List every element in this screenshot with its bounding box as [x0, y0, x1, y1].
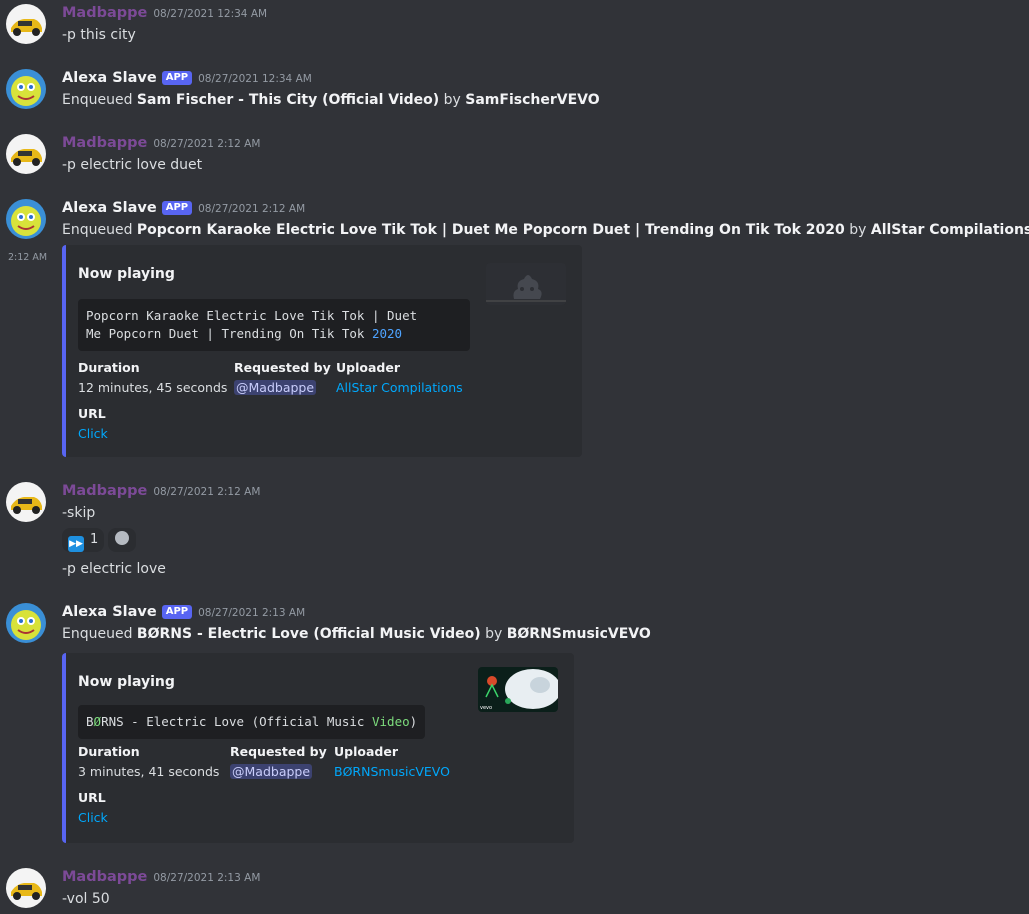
- username[interactable]: Madbappe: [62, 135, 147, 151]
- now-playing-embed: Now playing vevo BØRNS - Electric Love (…: [62, 653, 574, 843]
- video-thumbnail[interactable]: vevo: [478, 667, 558, 712]
- enqueued-prefix: Enqueued: [62, 626, 137, 642]
- track-title: Sam Fischer - This City (Official Video): [136, 92, 440, 108]
- user-mention[interactable]: @Madbappe: [230, 764, 313, 779]
- username[interactable]: Alexa Slave: [62, 604, 157, 620]
- by-text: by: [439, 92, 466, 108]
- app-badge: APP: [161, 71, 193, 85]
- message-text: -skip: [62, 505, 96, 521]
- url-label: URL: [78, 406, 106, 421]
- message-header: Madbappe 08/27/2021 2:12 AM: [62, 135, 260, 151]
- message-text: -p electric love: [62, 561, 166, 577]
- alexa-slave-avatar[interactable]: [6, 603, 46, 643]
- user-mention[interactable]: @Madbappe: [234, 380, 317, 395]
- uploader-label: Uploader: [334, 744, 398, 759]
- message-header: Alexa Slave APP 08/27/2021 2:13 AM: [62, 604, 305, 620]
- username[interactable]: Madbappe: [62, 869, 147, 885]
- uploader-link[interactable]: BØRNSmusicVEVO: [334, 764, 450, 779]
- message-text: Enqueued Sam Fischer - This City (Offici…: [62, 92, 600, 108]
- app-badge: APP: [161, 605, 193, 619]
- track-codeblock: Popcorn Karaoke Electric Love Tik Tok | …: [78, 299, 470, 351]
- smiley-icon: [115, 531, 130, 545]
- timestamp: 08/27/2021 2:13 AM: [153, 872, 261, 884]
- message-header: Alexa Slave APP 08/27/2021 2:12 AM: [62, 200, 305, 216]
- timestamp: 08/27/2021 2:12 AM: [153, 138, 261, 150]
- message-text: -p electric love duet: [62, 157, 203, 173]
- app-badge: APP: [161, 201, 193, 215]
- timestamp: 08/27/2021 2:12 AM: [198, 203, 306, 215]
- alexa-slave-avatar[interactable]: [6, 199, 46, 239]
- timestamp: 08/27/2021 12:34 AM: [153, 8, 268, 20]
- reactions-bar: ▶▶ 1: [62, 528, 140, 552]
- message-text: Enqueued BØRNS - Electric Love (Official…: [62, 626, 651, 642]
- vevo-watermark: vevo: [480, 705, 493, 711]
- madbappe-avatar[interactable]: [6, 868, 46, 908]
- now-playing-embed: Now playing Popcorn Karaoke Electric Lov…: [62, 245, 582, 457]
- username[interactable]: Alexa Slave: [62, 200, 157, 216]
- enqueued-prefix: Enqueued: [62, 222, 137, 238]
- madbappe-avatar[interactable]: [6, 482, 46, 522]
- by-text: by: [480, 626, 507, 642]
- code-text: RNS - Electric Love (Official Music: [101, 714, 372, 729]
- url-label: URL: [78, 790, 106, 805]
- reaction-count: 1: [90, 532, 99, 547]
- track-title: BØRNS - Electric Love (Official Music Vi…: [136, 626, 481, 642]
- code-line: Me Popcorn Duet | Trending On Tik Tok: [86, 326, 372, 341]
- code-text: B: [86, 714, 94, 729]
- track-title: Popcorn Karaoke Electric Love Tik Tok | …: [136, 222, 845, 238]
- alexa-slave-avatar[interactable]: [6, 69, 46, 109]
- enqueued-prefix: Enqueued: [62, 92, 137, 108]
- madbappe-avatar[interactable]: [6, 4, 46, 44]
- timestamp: 08/27/2021 2:13 AM: [198, 607, 306, 619]
- uploader-link[interactable]: AllStar Compilations: [336, 380, 463, 395]
- hover-timestamp: 2:12 AM: [8, 252, 48, 263]
- video-thumbnail[interactable]: [486, 263, 566, 305]
- madbappe-avatar[interactable]: [6, 134, 46, 174]
- username[interactable]: Madbappe: [62, 5, 147, 21]
- timestamp: 08/27/2021 2:12 AM: [153, 486, 261, 498]
- duration-label: Duration: [78, 360, 140, 375]
- message-header: Madbappe 08/27/2021 2:13 AM: [62, 869, 260, 885]
- code-text: ): [409, 714, 418, 729]
- message-header: Madbappe 08/27/2021 2:12 AM: [62, 483, 260, 499]
- message-text: -p this city: [62, 27, 136, 43]
- track-uploader: AllStar Compilations: [870, 222, 1029, 238]
- embed-title: Now playing: [78, 266, 175, 282]
- message-header: Madbappe 08/27/2021 12:34 AM: [62, 5, 267, 21]
- uploader-label: Uploader: [336, 360, 400, 375]
- message-text: Enqueued Popcorn Karaoke Electric Love T…: [62, 222, 1029, 238]
- duration-value: 3 minutes, 41 seconds: [78, 764, 220, 779]
- next-track-icon: ▶▶: [68, 536, 84, 552]
- message-header: Alexa Slave APP 08/27/2021 12:34 AM: [62, 70, 312, 86]
- track-codeblock: BØRNS - Electric Love (Official Music Vi…: [78, 705, 426, 739]
- embed-title: Now playing: [78, 674, 175, 690]
- message-text: -vol 50: [62, 891, 110, 907]
- code-number: 2020: [371, 326, 403, 341]
- duration-value: 12 minutes, 45 seconds: [78, 380, 228, 395]
- timestamp: 08/27/2021 12:34 AM: [198, 73, 312, 85]
- reaction-next-track[interactable]: ▶▶ 1: [62, 528, 105, 552]
- track-uploader: SamFischerVEVO: [465, 92, 600, 108]
- requested-by-label: Requested by: [230, 744, 327, 759]
- username[interactable]: Madbappe: [62, 483, 147, 499]
- url-link[interactable]: Click: [78, 810, 108, 825]
- by-text: by: [844, 222, 871, 238]
- username[interactable]: Alexa Slave: [62, 70, 157, 86]
- code-line: Popcorn Karaoke Electric Love Tik Tok | …: [86, 308, 418, 323]
- code-highlight: Video: [372, 714, 410, 729]
- add-reaction-button[interactable]: [108, 528, 137, 552]
- requested-by-label: Requested by: [234, 360, 331, 375]
- track-uploader: BØRNSmusicVEVO: [506, 626, 651, 642]
- code-highlight: Ø: [93, 714, 102, 729]
- duration-label: Duration: [78, 744, 140, 759]
- url-link[interactable]: Click: [78, 426, 108, 441]
